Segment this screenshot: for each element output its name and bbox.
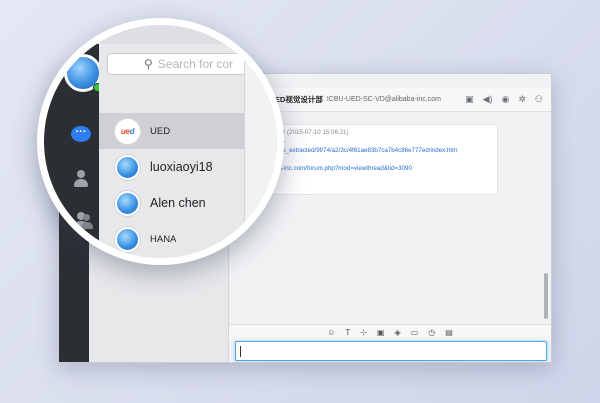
group-icon [72, 212, 93, 230]
add-member-icon[interactable]: ⚇ [535, 95, 543, 104]
contact-name: luoxiaoyi18 [150, 160, 213, 174]
image-icon[interactable]: ▣ [377, 328, 385, 337]
chat-subtitle: ICBU-UED-SC-VD@alibaba-inc.com [326, 96, 441, 103]
history-icon[interactable]: ◷ [428, 328, 435, 337]
header-actions: ▣ ◀) ◉ ✲ ⚇ [465, 95, 551, 104]
contact-name: HANA [150, 233, 177, 245]
text-caret [240, 346, 241, 357]
contact-avatar [115, 190, 140, 216]
magnified-view: ··· ⚲ Search for cor ued UED luoxiaoyi18… [44, 25, 277, 258]
ued-logo-avatar: ued [115, 118, 140, 144]
chat-bubble-icon: ··· [71, 126, 91, 142]
message-input[interactable] [235, 341, 547, 361]
text-format-icon[interactable]: T [345, 328, 350, 337]
quick-reply-icon[interactable]: ▭ [411, 328, 419, 337]
nav-groups[interactable] [66, 207, 96, 235]
contact-name: Alen chen [150, 196, 206, 210]
ued-logo: ued [120, 126, 135, 136]
screenshot-icon[interactable]: ⊹ [360, 328, 367, 337]
emoji-icon[interactable]: ☺ [327, 328, 335, 337]
magnifier-lens: ··· ⚲ Search for cor ued UED luoxiaoyi18… [37, 18, 284, 265]
eye-icon[interactable]: ◉ [502, 95, 510, 104]
contact-icon [72, 170, 90, 188]
contact-name: UED [150, 125, 171, 137]
speaker-icon[interactable]: ◀) [483, 95, 493, 104]
contact-avatar [115, 226, 140, 252]
message-timestamp: (2015-07-10 15:06:21) [286, 129, 349, 136]
nav-contacts[interactable] [66, 165, 96, 193]
gear-icon[interactable]: ✲ [518, 95, 526, 104]
contact-avatar [115, 154, 140, 180]
search-placeholder: Search for cor [157, 57, 234, 71]
document-icon[interactable]: ▤ [445, 328, 453, 337]
window-titlebar [44, 25, 277, 44]
input-toolbar: ☺ T ⊹ ▣ ◈ ▭ ◷ ▤ [229, 324, 551, 340]
file-icon[interactable]: ◈ [395, 328, 401, 337]
monitor-icon[interactable]: ▣ [465, 95, 474, 104]
search-icon: ⚲ [144, 57, 153, 71]
chat-scrollbar[interactable] [544, 273, 548, 319]
nav-chats[interactable]: ··· [66, 120, 96, 148]
